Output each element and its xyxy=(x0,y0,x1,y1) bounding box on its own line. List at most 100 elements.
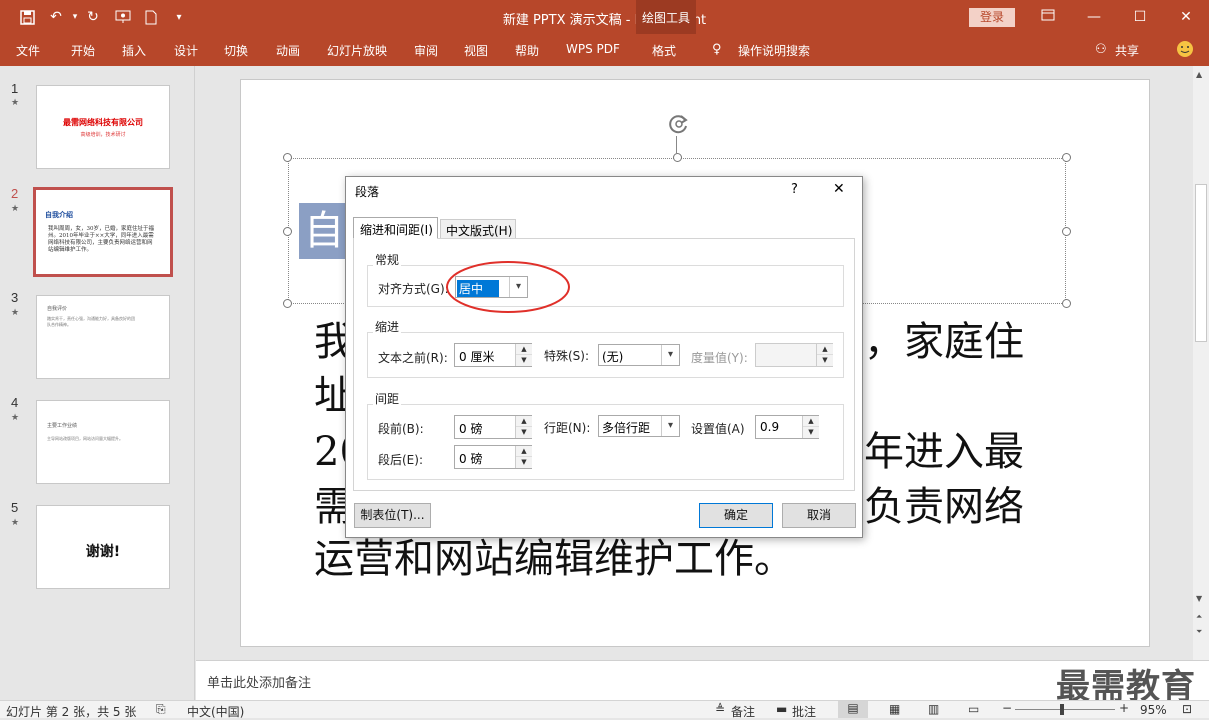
tab-insert[interactable]: 插入 xyxy=(122,42,146,59)
chevron-down-icon: ▾ xyxy=(661,416,679,436)
spin-down-icon[interactable]: ▼ xyxy=(516,427,532,438)
comments-toggle[interactable]: 批注 xyxy=(792,703,816,720)
tab-slideshow[interactable]: 幻灯片放映 xyxy=(327,42,387,59)
slideshow-view-icon[interactable]: ▭ xyxy=(968,702,979,716)
tab-help[interactable]: 帮助 xyxy=(515,42,539,59)
slide-thumbnail-1[interactable]: 最需网络科技有限公司 高级培训，技术研讨 xyxy=(36,85,170,169)
tab-home[interactable]: 开始 xyxy=(71,42,95,59)
tab-stops-button[interactable]: 制表位(T)... xyxy=(354,503,431,528)
smiley-icon[interactable] xyxy=(1176,40,1194,61)
login-button[interactable]: 登录 xyxy=(969,8,1015,27)
thumb-title: 主要工作业绩 xyxy=(47,423,78,429)
slide-thumbnail-3[interactable]: 自我评价 踏实肯干，责任心强，沟通能力好，具备良好的团队合作精神。 xyxy=(36,295,170,379)
new-file-icon[interactable] xyxy=(142,8,160,26)
spin-down-icon[interactable]: ▼ xyxy=(516,457,532,468)
scroll-down-icon[interactable]: ▼ xyxy=(1196,594,1202,603)
tab-design[interactable]: 设计 xyxy=(174,42,198,59)
measure-spinner: ▲ ▼ xyxy=(755,343,833,367)
dialog-title: 段落 xyxy=(355,185,380,199)
spin-up-icon: ▲ xyxy=(817,344,833,355)
line-spacing-select[interactable]: 多倍行距 ▾ xyxy=(598,415,680,437)
star-icon: ★ xyxy=(11,308,20,318)
zoom-level[interactable]: 95% xyxy=(1140,703,1167,717)
resize-handle[interactable] xyxy=(283,227,292,236)
set-value-spinner[interactable]: 0.9 ▲ ▼ xyxy=(755,415,819,439)
minimize-icon[interactable]: — xyxy=(1079,5,1109,29)
notes-toggle[interactable]: 备注 xyxy=(731,703,755,720)
resize-handle[interactable] xyxy=(283,299,292,308)
slide-number: 3 xyxy=(11,290,19,305)
ok-button[interactable]: 确定 xyxy=(699,503,773,528)
normal-view-icon[interactable]: ▤ xyxy=(838,701,868,718)
tab-file[interactable]: 文件 xyxy=(16,42,40,59)
body-text-line: ，家庭住 xyxy=(864,319,1024,365)
star-icon: ★ xyxy=(11,518,20,528)
dialog-close-button[interactable]: ✕ xyxy=(833,181,845,197)
reading-view-icon[interactable]: ▥ xyxy=(928,702,939,716)
thumb-body: 我叫周周，女，30岁，已婚，家庭住址于福州。2010年毕业于××大学，同年进入最… xyxy=(48,226,154,253)
space-before-spinner[interactable]: 0 磅 ▲ ▼ xyxy=(454,415,532,439)
notes-icon[interactable]: ≜ xyxy=(715,702,725,716)
redo-icon[interactable]: ↻ xyxy=(84,8,102,26)
before-text-spinner[interactable]: 0 厘米 ▲ ▼ xyxy=(454,343,532,367)
tab-view[interactable]: 视图 xyxy=(464,42,488,59)
zoom-out-icon[interactable]: − xyxy=(1002,701,1012,715)
notes-placeholder: 单击此处添加备注 xyxy=(207,676,312,691)
scroll-up-icon[interactable]: ▲ xyxy=(1196,70,1202,79)
resize-handle[interactable] xyxy=(673,153,682,162)
previous-slide-icon[interactable]: ⏶ xyxy=(1196,612,1202,622)
tab-indent-spacing[interactable]: 缩进和间距(I) xyxy=(353,217,438,239)
ribbon-display-icon[interactable] xyxy=(1033,5,1063,29)
special-select[interactable]: (无) ▾ xyxy=(598,344,680,366)
zoom-in-icon[interactable]: + xyxy=(1119,701,1129,715)
next-slide-icon[interactable]: ⏷ xyxy=(1196,627,1202,637)
maximize-icon[interactable]: ☐ xyxy=(1125,5,1155,29)
resize-handle[interactable] xyxy=(1062,299,1071,308)
rotate-handle-icon[interactable] xyxy=(667,112,691,136)
present-icon[interactable] xyxy=(114,8,132,26)
tell-me-search[interactable]: 操作说明搜索 xyxy=(738,42,810,59)
space-after-spinner[interactable]: 0 磅 ▲ ▼ xyxy=(454,445,532,469)
share-button[interactable]: 共享 xyxy=(1115,42,1139,59)
comments-icon[interactable]: ▬ xyxy=(776,702,787,716)
spellcheck-icon[interactable]: ⎘ xyxy=(156,702,166,717)
thumb-title: 自我评价 xyxy=(47,306,68,312)
tab-format[interactable]: 格式 xyxy=(652,42,676,59)
notes-pane[interactable]: 单击此处添加备注 最需教育 xyxy=(196,660,1209,707)
scroll-thumb[interactable] xyxy=(1195,184,1207,342)
slide-number: 4 xyxy=(11,395,19,410)
cancel-button[interactable]: 取消 xyxy=(782,503,856,528)
resize-handle[interactable] xyxy=(1062,153,1071,162)
help-button[interactable]: ? xyxy=(791,182,798,197)
resize-handle[interactable] xyxy=(1062,227,1071,236)
close-window-icon[interactable]: ✕ xyxy=(1171,5,1201,29)
spin-up-icon[interactable]: ▲ xyxy=(516,446,532,457)
fit-slide-icon[interactable]: ⊡ xyxy=(1182,702,1192,716)
thumb-title: 谢谢! xyxy=(85,544,121,560)
tab-chinese-typography[interactable]: 中文版式(H) xyxy=(440,219,516,239)
undo-dropdown-icon[interactable]: ▾ xyxy=(66,8,84,26)
zoom-slider-thumb[interactable] xyxy=(1060,704,1064,715)
spin-up-icon[interactable]: ▲ xyxy=(516,416,532,427)
language-status[interactable]: 中文(中国) xyxy=(187,703,244,720)
slide-thumbnail-4[interactable]: 主要工作业绩 主导网站改版项目，网站访问量大幅提升。 xyxy=(36,400,170,484)
special-label: 特殊(S): xyxy=(544,349,590,363)
spin-down-icon[interactable]: ▼ xyxy=(516,355,532,366)
customize-qat-icon[interactable]: ▾ xyxy=(170,8,188,26)
spin-down-icon[interactable]: ▼ xyxy=(803,427,819,438)
slide-sorter-icon[interactable]: ▦ xyxy=(889,702,900,716)
spin-up-icon[interactable]: ▲ xyxy=(803,416,819,427)
tab-animations[interactable]: 动画 xyxy=(276,42,300,59)
undo-icon[interactable]: ↶ xyxy=(47,8,65,26)
resize-handle[interactable] xyxy=(283,153,292,162)
save-icon[interactable] xyxy=(18,8,36,26)
slide-thumbnail-2[interactable]: 自我介绍 我叫周周，女，30岁，已婚，家庭住址于福州。2010年毕业于××大学，… xyxy=(33,187,173,277)
zoom-slider[interactable] xyxy=(1015,709,1115,710)
tab-review[interactable]: 审阅 xyxy=(414,42,438,59)
slide-thumbnail-5[interactable]: 谢谢! xyxy=(36,505,170,589)
star-icon: ★ xyxy=(11,204,20,214)
spin-up-icon[interactable]: ▲ xyxy=(516,344,532,355)
vertical-scrollbar[interactable]: ▲ ▼ ⏶ ⏷ xyxy=(1193,66,1209,660)
tab-wps-pdf[interactable]: WPS PDF xyxy=(566,42,620,56)
tab-transitions[interactable]: 切换 xyxy=(224,42,248,59)
